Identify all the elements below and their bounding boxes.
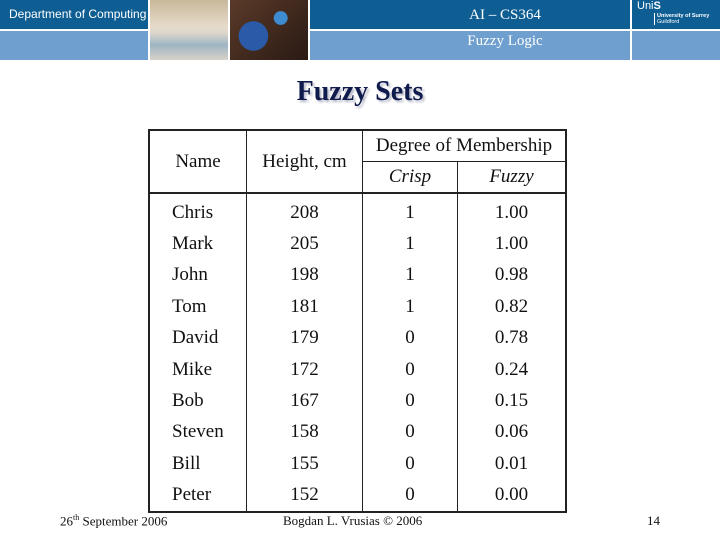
cell-height: 172 xyxy=(246,353,363,386)
date-day: 26 xyxy=(60,513,73,529)
cell-fuzzy: 0.00 xyxy=(494,484,529,506)
header-name: Name xyxy=(149,130,247,194)
cell-name: Peter xyxy=(149,479,247,512)
table-row: Tom 181 1 0.82 xyxy=(149,291,566,323)
cell-crisp: 0 xyxy=(362,479,458,512)
cell-name: Tom xyxy=(149,291,247,323)
course-label: AI – CS364 xyxy=(469,7,541,23)
header-band xyxy=(0,31,148,60)
table-row: John 198 1 0.98 xyxy=(149,259,566,292)
cell-name: John xyxy=(149,259,247,292)
cell-name: David xyxy=(149,322,247,354)
logo-suffix: S xyxy=(653,0,661,12)
header-degree-of-membership: Degree of Membership xyxy=(375,135,553,156)
cell-crisp: 0 xyxy=(362,322,458,354)
cell-name: Bill xyxy=(149,448,247,480)
table-row: Steven 158 0 0.06 xyxy=(149,416,566,449)
table-row: Bob 167 0 0.15 xyxy=(149,385,566,417)
header-band xyxy=(632,31,720,60)
students-photo xyxy=(230,0,308,60)
cell-name: Mike xyxy=(149,353,247,386)
cell-height: 208 xyxy=(246,193,363,229)
table-row: David 179 0 0.78 xyxy=(149,322,566,354)
cell-crisp: 1 xyxy=(362,291,458,323)
date-rest: September 2006 xyxy=(79,513,168,529)
cell-name: Mark xyxy=(149,228,247,260)
page-number: 14 xyxy=(647,513,660,528)
header-height: Height, cm xyxy=(246,130,363,194)
table-row: Mike 172 0 0.24 xyxy=(149,353,566,386)
cell-height: 198 xyxy=(246,259,363,292)
cell-fuzzy: 0.15 xyxy=(494,390,529,412)
slide-title: Fuzzy Sets xyxy=(296,76,424,107)
university-logo: UniS University of Surrey Guildford xyxy=(632,0,720,29)
cell-crisp: 0 xyxy=(362,416,458,449)
cell-height: 179 xyxy=(246,322,363,354)
logo-prefix: Uni xyxy=(637,0,654,12)
cell-name: Bob xyxy=(149,385,247,417)
cell-crisp: 0 xyxy=(362,353,458,386)
cell-height: 167 xyxy=(246,385,363,417)
table-row: Peter 152 0 0.00 xyxy=(149,479,566,512)
cell-crisp: 0 xyxy=(362,448,458,480)
topic-label: Fuzzy Logic xyxy=(467,33,543,49)
cell-crisp: 1 xyxy=(362,259,458,292)
cell-name: Steven xyxy=(149,416,247,449)
table-row: Bill 155 0 0.01 xyxy=(149,448,566,480)
cell-fuzzy: 0.82 xyxy=(494,295,529,317)
cell-crisp: 1 xyxy=(362,193,458,229)
header-crisp: Crisp xyxy=(362,161,458,194)
university-name: University of Surrey Guildford xyxy=(654,13,709,25)
cell-height: 205 xyxy=(246,228,363,260)
cell-fuzzy: 0.78 xyxy=(494,327,529,349)
cell-fuzzy: 1.00 xyxy=(494,201,529,223)
computer-lab-photo xyxy=(150,0,228,60)
cell-height: 152 xyxy=(246,479,363,512)
table-row: Chris 208 1 1.00 xyxy=(149,193,566,229)
department-label: Department of Computing xyxy=(9,7,147,21)
cell-fuzzy: 0.01 xyxy=(494,452,529,474)
cell-height: 155 xyxy=(246,448,363,480)
cell-height: 181 xyxy=(246,291,363,323)
unis-logo-text: UniS xyxy=(637,0,661,12)
table-row: Mark 205 1 1.00 xyxy=(149,228,566,260)
cell-fuzzy: 0.24 xyxy=(494,358,529,380)
cell-name: Chris xyxy=(149,193,247,229)
cell-fuzzy: 1.00 xyxy=(494,233,529,255)
cell-fuzzy: 0.98 xyxy=(494,264,529,286)
header-fuzzy: Fuzzy xyxy=(457,161,566,194)
cell-crisp: 0 xyxy=(362,385,458,417)
slide-header: Department of Computing AI – CS364 Fuzzy… xyxy=(0,0,720,62)
cell-fuzzy: 0.06 xyxy=(494,421,529,443)
fuzzy-sets-table: Name Height, cm Degree of Membership Cri… xyxy=(148,129,567,513)
cell-crisp: 1 xyxy=(362,228,458,260)
cell-height: 158 xyxy=(246,416,363,449)
footer-author: Bogdan L. Vrusias © 2006 xyxy=(283,513,423,528)
footer-date: 26th September 2006 xyxy=(60,513,167,529)
location-label: Guildford xyxy=(657,19,680,25)
